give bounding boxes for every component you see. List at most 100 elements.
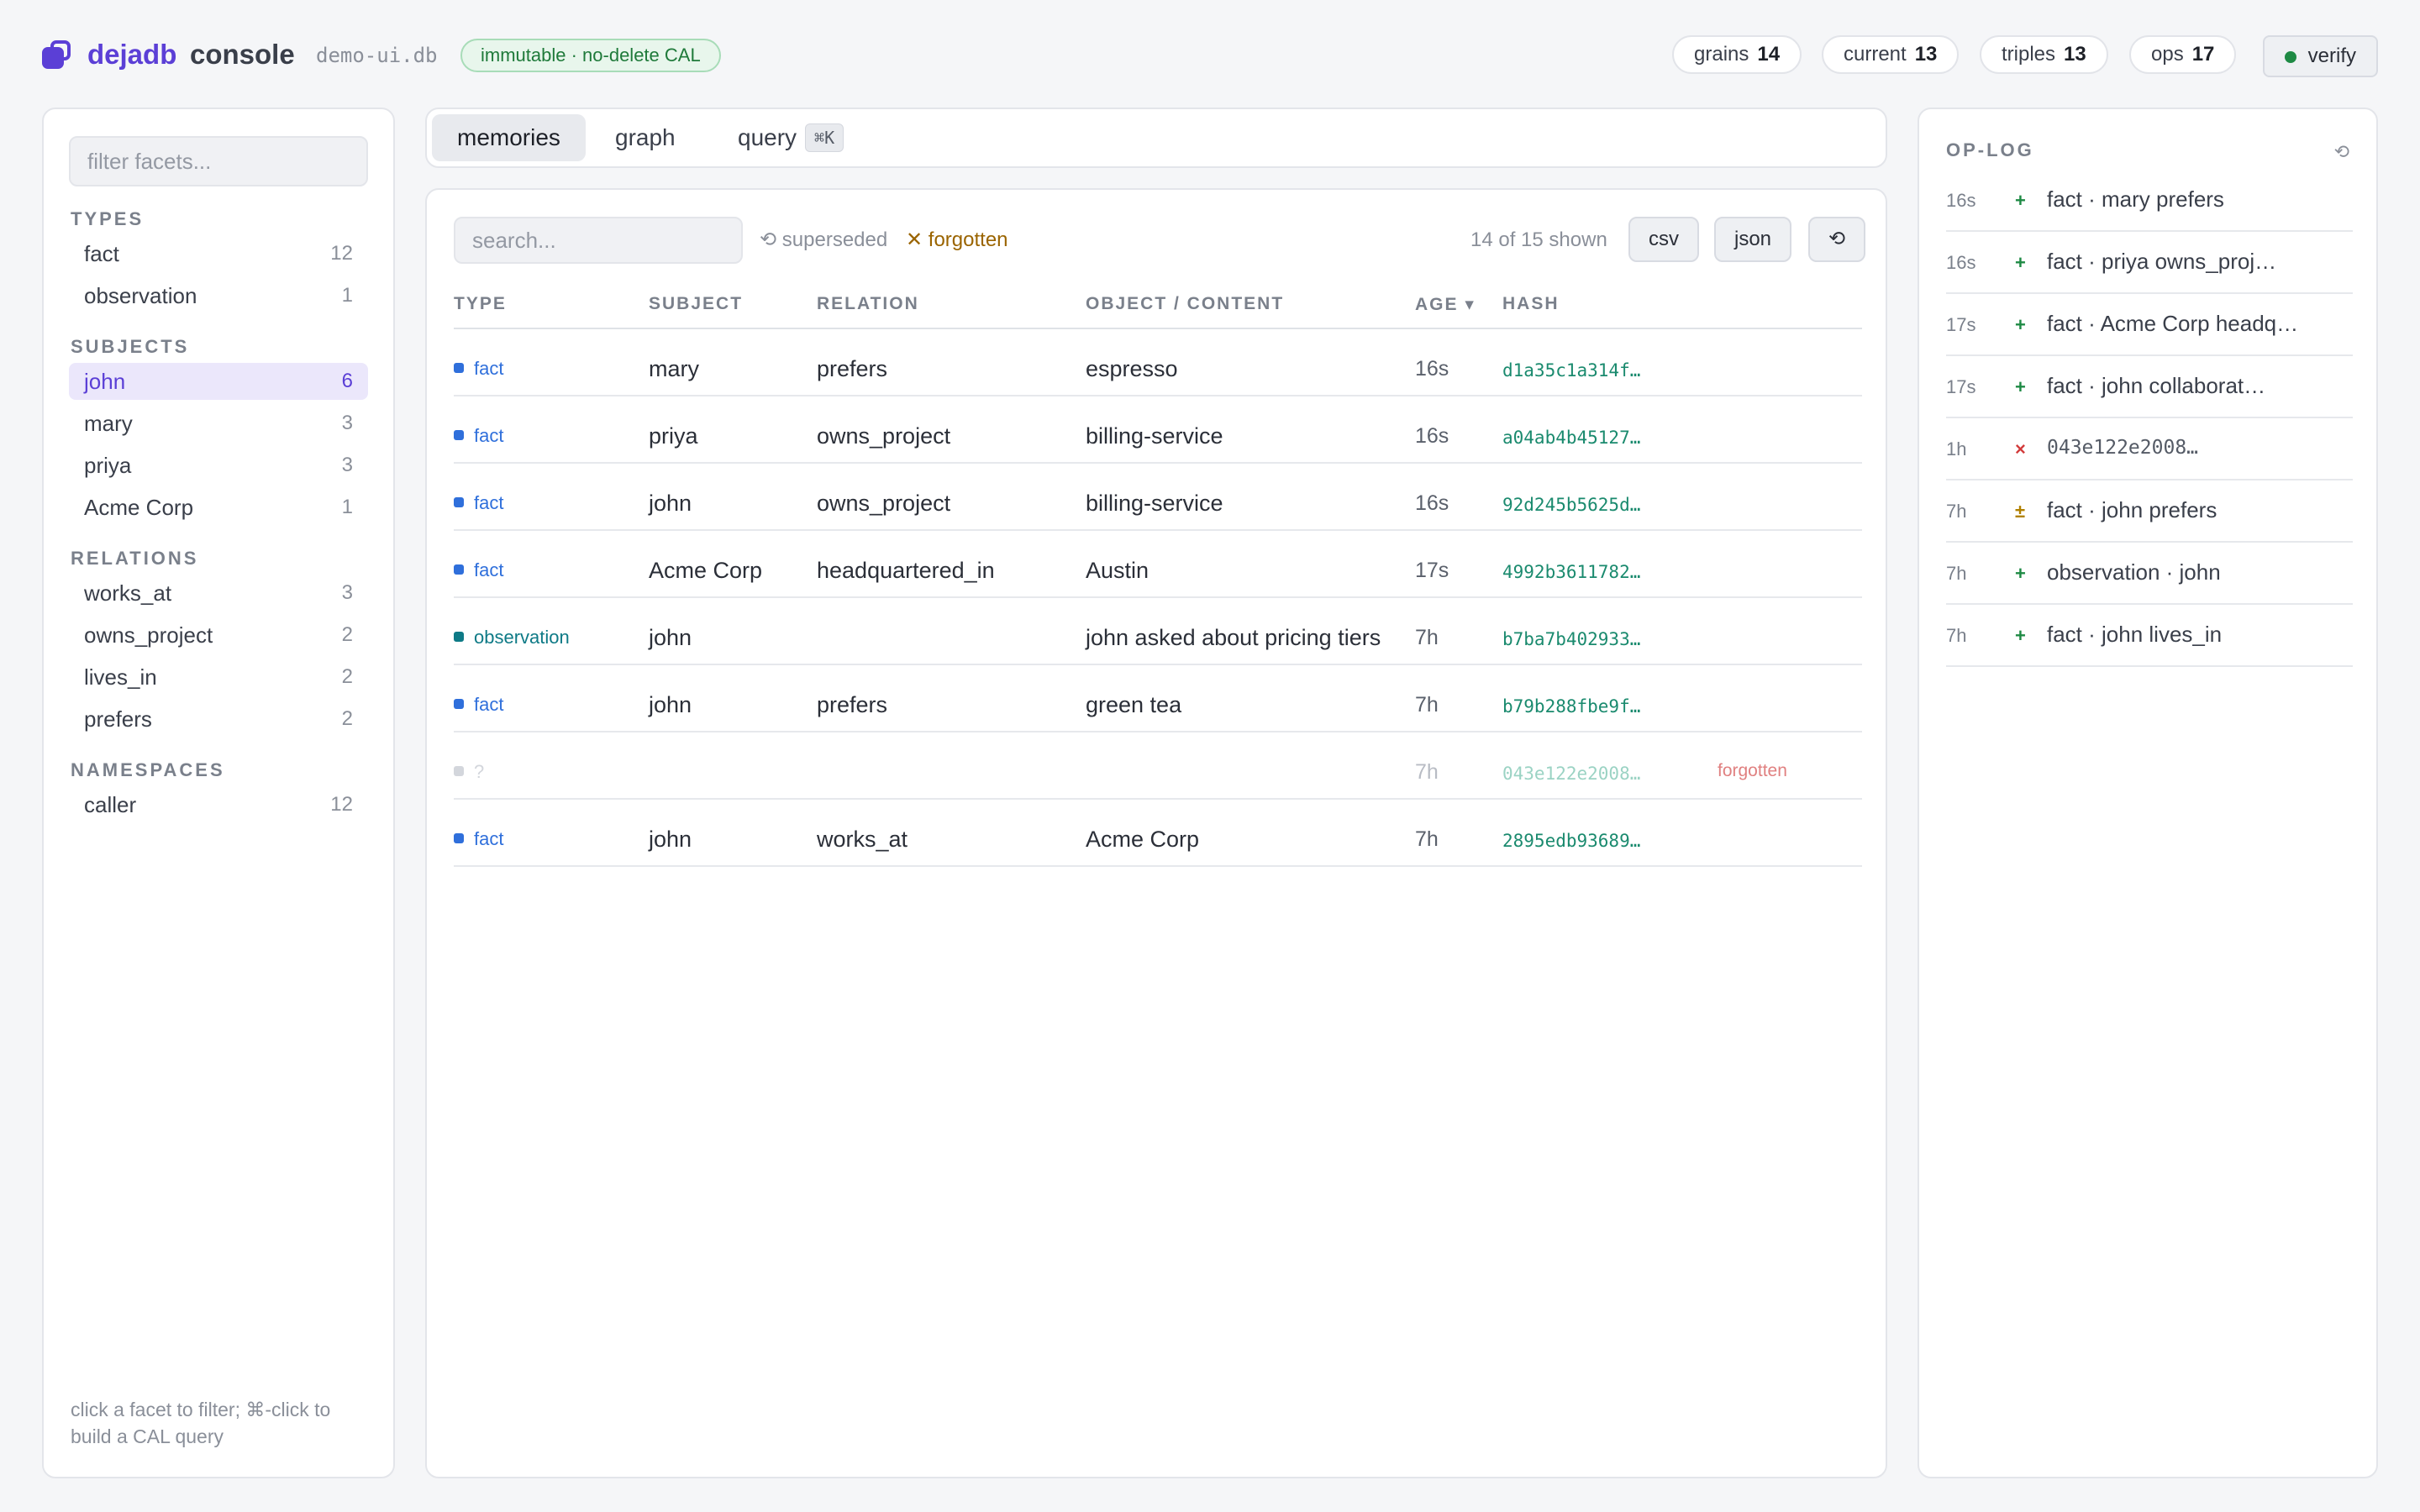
shown-count: 14 of 15 shown (1470, 228, 1607, 251)
stat-value: 13 (2064, 43, 2086, 66)
cell-relation: prefers (817, 356, 888, 381)
facet-count: 6 (341, 370, 353, 392)
tab-memories[interactable]: memories (432, 114, 586, 161)
cell-hash: 92d245b5625d… (1502, 495, 1641, 515)
facet-relation-prefers[interactable]: prefers 2 (69, 701, 368, 738)
oplog-op-icon: ± (2015, 501, 2026, 522)
facet-label: fact (84, 241, 119, 266)
export-csv-button[interactable]: csv (1628, 217, 1699, 262)
facet-filter-input[interactable] (69, 136, 368, 186)
immutable-badge: immutable · no-delete CAL (460, 39, 721, 72)
stat-label: current (1844, 43, 1907, 66)
tab-query[interactable]: query ⌘K (713, 114, 869, 161)
verify-label: verify (2307, 45, 2356, 67)
oplog-entry[interactable]: 7h + observation · john (1946, 543, 2353, 605)
table-row[interactable]: fact priya owns_project billing-service 16s a… (454, 396, 1862, 464)
cell-object: Acme Corp (1086, 827, 1200, 852)
cell-type: observation (454, 623, 570, 652)
cell-relation: headquartered_in (817, 558, 995, 583)
oplog-entry[interactable]: 16s + fact · mary prefers (1946, 170, 2353, 232)
stat-grains: grains 14 (1672, 35, 1802, 74)
oplog-entry[interactable]: 1h × 043e122e2008… (1946, 418, 2353, 480)
cell-subject: john (649, 491, 692, 516)
type-label: fact (474, 828, 504, 849)
cell-subject: john (649, 625, 692, 650)
cell-object: espresso (1086, 356, 1178, 381)
type-label: ? (474, 761, 485, 782)
table-row[interactable]: fact john prefers green tea 7h b79b288fbe9f… (454, 665, 1862, 732)
oplog-age: 7h (1946, 563, 1967, 584)
col-subject[interactable]: SUBJECT (649, 294, 743, 314)
oplog-refresh-icon[interactable]: ⟲ (2334, 141, 2349, 163)
stat-value: 17 (2191, 43, 2215, 66)
stat-label: triples (2002, 43, 2056, 66)
facet-relation-owns-project[interactable]: owns_project 2 (69, 617, 368, 654)
facet-type-fact[interactable]: fact 12 (69, 235, 368, 272)
facet-relation-works-at[interactable]: works_at 3 (69, 575, 368, 612)
stat-triples: triples 13 (1980, 35, 2108, 74)
cell-type: fact (454, 422, 503, 450)
table-row[interactable]: ? 7h 043e122e2008… forgotten (454, 732, 1862, 800)
facet-label: mary (84, 411, 133, 436)
cell-type: fact (454, 556, 503, 585)
facet-type-observation[interactable]: observation 1 (69, 277, 368, 314)
toggle-forgotten[interactable]: ✕ forgotten (906, 227, 1008, 254)
table-row[interactable]: observation john john asked about pricing … (454, 598, 1862, 665)
refresh-button[interactable]: ⟲ (1808, 217, 1866, 262)
facet-namespace-caller[interactable]: caller 12 (69, 786, 368, 823)
col-object[interactable]: OBJECT / CONTENT (1086, 294, 1284, 314)
type-dot-icon (454, 766, 464, 776)
facet-subject-priya[interactable]: priya 3 (69, 447, 368, 484)
toggle-superseded[interactable]: ⟲ superseded (760, 227, 887, 254)
facet-subject-mary[interactable]: mary 3 (69, 405, 368, 442)
type-label: fact (474, 492, 504, 513)
tab-graph[interactable]: graph (590, 114, 701, 161)
cell-relation: owns_project (817, 491, 951, 516)
col-age-sorted[interactable]: AGE ▾ (1415, 294, 1476, 315)
verify-button[interactable]: verify (2262, 35, 2378, 77)
oplog-entry[interactable]: 7h + fact · john lives_in (1946, 605, 2353, 667)
cell-type: fact (454, 825, 503, 853)
database-name: demo-ui.db (316, 44, 438, 67)
cell-object: green tea (1086, 692, 1182, 717)
facet-count: 2 (341, 623, 353, 646)
cell-age: 17s (1415, 559, 1449, 582)
oplog-text: fact · john prefers (2047, 497, 2217, 522)
type-label: fact (474, 559, 504, 580)
oplog-text: fact · priya owns_proj… (2047, 249, 2277, 274)
export-json-button[interactable]: json (1714, 217, 1792, 262)
type-label: fact (474, 694, 504, 715)
oplog-age: 1h (1946, 438, 1967, 459)
oplog-entry[interactable]: 17s + fact · john collaborat… (1946, 356, 2353, 418)
facet-label: lives_in (84, 664, 157, 690)
oplog-op-icon: + (2015, 252, 2026, 273)
memories-panel: ⟲ superseded ✕ forgotten 14 of 15 shown … (425, 188, 1887, 1478)
view-tabs: memories graph query ⌘K (425, 108, 1887, 168)
oplog-op-icon: + (2015, 190, 2026, 211)
table-row[interactable]: fact mary prefers espresso 16s d1a35c1a314f… (454, 329, 1862, 396)
cell-age: 16s (1415, 491, 1449, 515)
facet-label: works_at (84, 580, 172, 606)
table-row[interactable]: fact john works_at Acme Corp 7h 2895edb93689… (454, 800, 1862, 867)
col-relation[interactable]: RELATION (817, 294, 919, 314)
oplog-age: 7h (1946, 501, 1967, 522)
app-header: dejadb console demo-ui.db immutable · no… (42, 35, 2378, 77)
cell-object: john asked about pricing tiers (1086, 625, 1381, 650)
table-row[interactable]: fact Acme Corp headquartered_in Austin 17s 49… (454, 531, 1862, 598)
cell-relation: prefers (817, 692, 888, 717)
cell-hash: b7ba7b402933… (1502, 629, 1641, 649)
cell-age: 7h (1415, 760, 1439, 784)
oplog-entry[interactable]: 7h ± fact · john prefers (1946, 480, 2353, 543)
cell-hash: 4992b3611782… (1502, 562, 1641, 582)
cell-type: fact (454, 690, 503, 719)
facet-subject-john[interactable]: john 6 (69, 363, 368, 400)
oplog-entry[interactable]: 17s + fact · Acme Corp headq… (1946, 294, 2353, 356)
search-input[interactable] (454, 217, 743, 264)
oplog-entry[interactable]: 16s + fact · priya owns_proj… (1946, 232, 2353, 294)
table-row[interactable]: fact john owns_project billing-service 16s 92… (454, 464, 1862, 531)
facet-relation-lives-in[interactable]: lives_in 2 (69, 659, 368, 696)
col-hash[interactable]: HASH (1502, 294, 1560, 314)
cell-age: 7h (1415, 626, 1439, 649)
col-type[interactable]: TYPE (454, 294, 507, 314)
facet-subject-acme-corp[interactable]: Acme Corp 1 (69, 489, 368, 526)
